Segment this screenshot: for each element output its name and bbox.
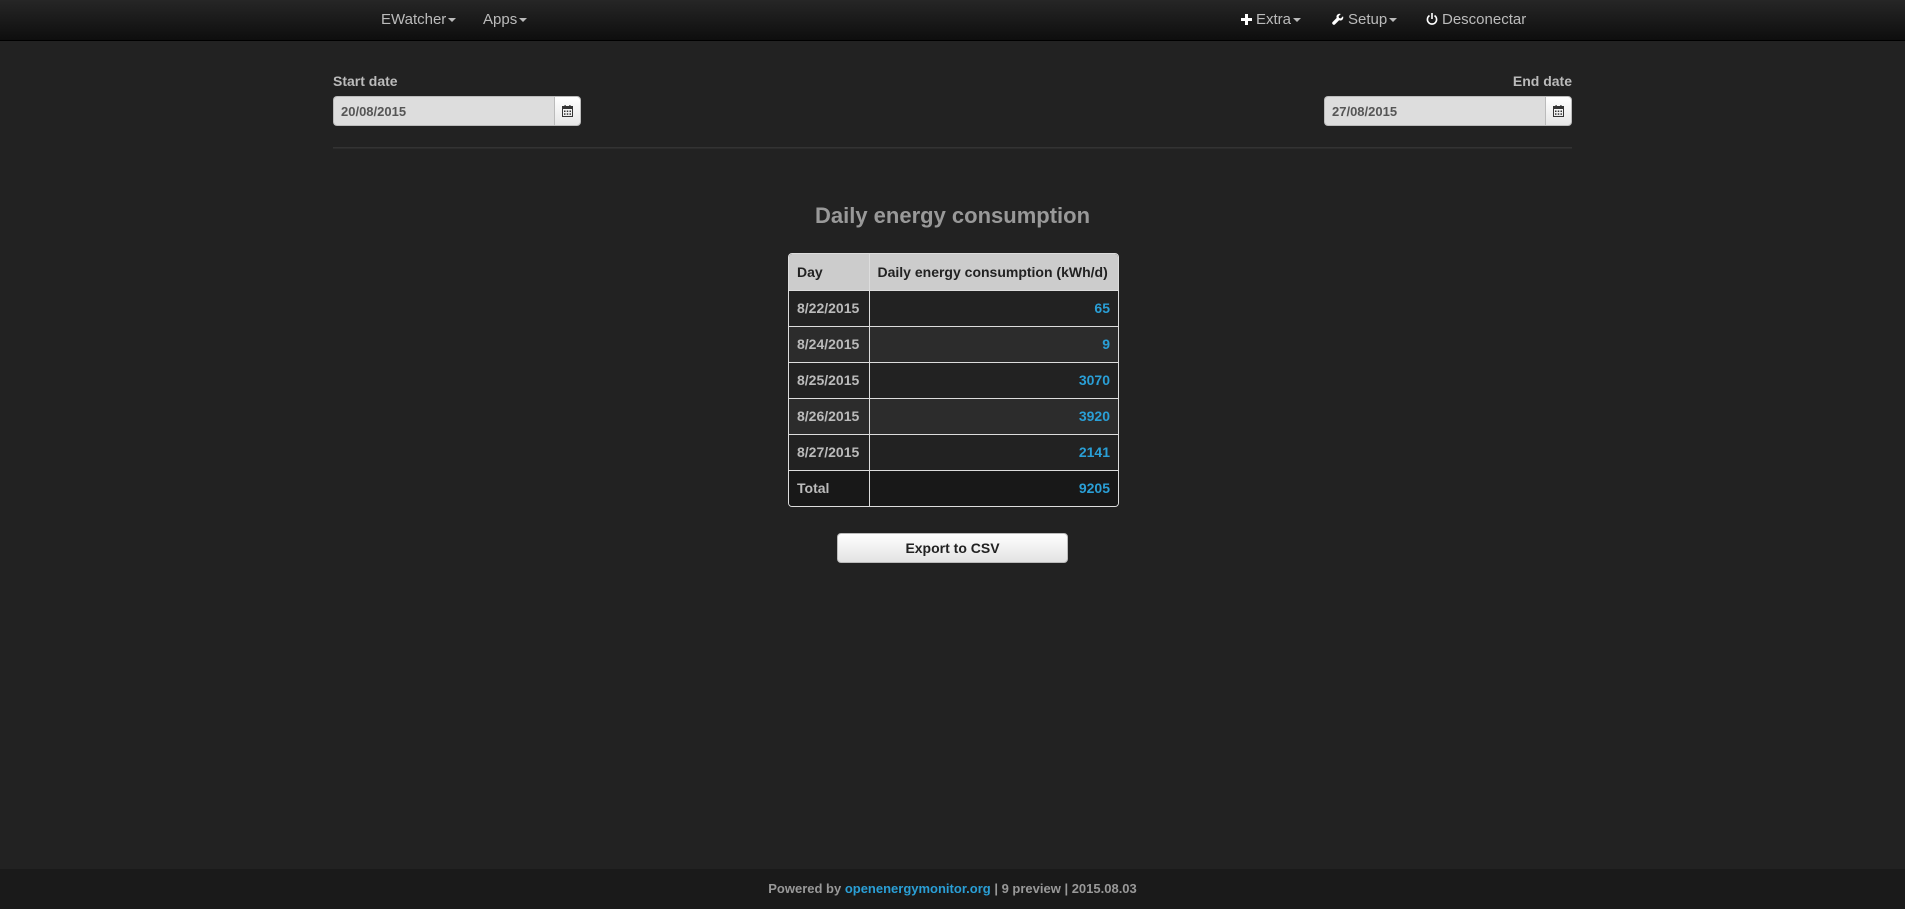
calendar-icon: [1553, 105, 1564, 117]
row-day: 8/27/2015: [789, 433, 869, 470]
caret-down-icon: [1389, 18, 1398, 23]
calendar-icon: [562, 105, 573, 117]
start-date-input[interactable]: [333, 96, 554, 126]
row-value: 9: [868, 325, 1118, 362]
row-value: 65: [868, 289, 1118, 326]
footer-prefix: Powered by: [768, 881, 845, 896]
end-date-calendar-button[interactable]: [1545, 96, 1572, 126]
table-header-row: Day Daily energy consumption (kWh/d): [789, 254, 1118, 290]
column-header-consumption: Daily energy consumption (kWh/d): [868, 254, 1118, 290]
nav-menu-label: Extra: [1256, 11, 1292, 28]
power-icon: [1426, 13, 1438, 25]
table-row: 8/24/2015 9: [789, 325, 1118, 362]
export-csv-button[interactable]: Export to CSV: [837, 533, 1068, 563]
total-label: Total: [789, 469, 869, 506]
caret-down-icon: [1293, 18, 1302, 23]
nav-menu-label: Setup: [1348, 11, 1388, 28]
nav-menu-label: Apps: [483, 11, 518, 28]
total-value: 9205: [868, 469, 1118, 506]
row-day: 8/25/2015: [789, 361, 869, 398]
caret-down-icon: [448, 18, 457, 23]
logout-link[interactable]: Desconectar: [1426, 0, 1526, 40]
logout-label: Desconectar: [1442, 11, 1527, 28]
table-row: 8/26/2015 3920: [789, 397, 1118, 434]
row-day: 8/24/2015: [789, 325, 869, 362]
start-date-calendar-button[interactable]: [554, 96, 581, 126]
nav-menu-ewatcher[interactable]: EWatcher: [381, 0, 457, 40]
table-row: 8/27/2015 2141: [789, 433, 1118, 470]
row-value: 3070: [868, 361, 1118, 398]
end-date-label: End date: [1512, 73, 1572, 89]
row-value: 3920: [868, 397, 1118, 434]
table-row: 8/25/2015 3070: [789, 361, 1118, 398]
page-title: Daily energy consumption: [814, 203, 1091, 228]
top-navbar: EWatcher Apps Extra Setup Desconectar: [0, 0, 1905, 41]
row-day: 8/22/2015: [789, 289, 869, 326]
wrench-icon: [1332, 13, 1344, 25]
row-day: 8/26/2015: [789, 397, 869, 434]
footer-version: | 9 preview | 2015.08.03: [990, 881, 1137, 896]
caret-down-icon: [519, 18, 528, 23]
footer: Powered by openenergymonitor.org | 9 pre…: [0, 869, 1905, 909]
start-date-picker: [333, 96, 581, 126]
consumption-table: Day Daily energy consumption (kWh/d) 8/2…: [788, 253, 1119, 507]
column-header-day: Day: [789, 254, 869, 290]
total-row: Total 9205: [789, 469, 1118, 506]
nav-menu-apps[interactable]: Apps: [483, 0, 528, 40]
footer-link[interactable]: openenergymonitor.org: [845, 881, 991, 896]
table-row: 8/22/2015 65: [789, 289, 1118, 326]
nav-menu-setup[interactable]: Setup: [1332, 0, 1398, 40]
plus-icon: [1241, 13, 1252, 25]
start-date-label: Start date: [333, 73, 398, 89]
end-date-picker: [1324, 96, 1572, 126]
nav-menu-label: EWatcher: [381, 11, 447, 28]
row-value: 2141: [868, 433, 1118, 470]
nav-menu-extra[interactable]: Extra: [1241, 0, 1302, 40]
end-date-input[interactable]: [1324, 96, 1545, 126]
section-divider: [333, 147, 1572, 149]
